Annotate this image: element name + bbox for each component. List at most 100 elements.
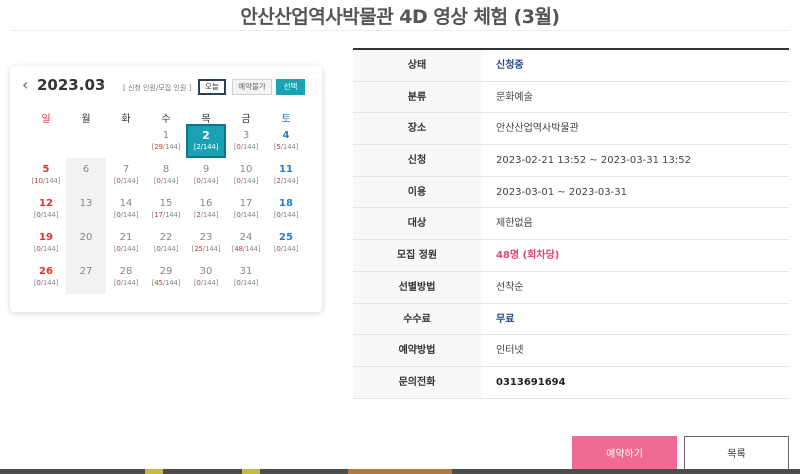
selected-legend: 선택 xyxy=(276,79,305,95)
info-row: 상태 신청중 xyxy=(353,50,789,82)
reservation-calendar: ‹ 2023.03 › [ 신청 인원/모집 인원 ] 오늘 예약불가 선택 일… xyxy=(10,66,322,312)
weekday-tue: 화 xyxy=(121,114,131,125)
calendar-day[interactable]: 29 [45/144] xyxy=(146,260,186,294)
day-capacity: [2/144] xyxy=(193,211,219,219)
day-capacity: [0/144] xyxy=(193,177,219,185)
unavailable-legend: 예약불가 xyxy=(232,79,272,95)
day-number: 1 xyxy=(162,130,170,141)
applied-count: 48 xyxy=(234,245,243,253)
total-count: 144 xyxy=(164,211,178,219)
calendar-day[interactable]: 28 [0/144] xyxy=(106,260,146,294)
total-count: 144 xyxy=(42,211,56,219)
total-count: 144 xyxy=(122,211,136,219)
calendar-day[interactable]: 12 [0/144] xyxy=(26,192,66,226)
today-button[interactable]: 오늘 xyxy=(198,79,226,95)
day-capacity: [0/144] xyxy=(233,143,259,151)
footer-segment xyxy=(242,469,260,474)
info-label: 수수료 xyxy=(353,303,481,335)
calendar-day[interactable]: 21 [0/144] xyxy=(106,226,146,260)
day-capacity: [0/144] xyxy=(273,211,299,219)
program-info-table: 상태 신청중 분류 문화예술 장소 안산산업역사박물관 신청 2023-02-21 13:52… xyxy=(353,48,789,399)
calendar-day[interactable]: 16 [2/144] xyxy=(186,192,226,226)
title-divider xyxy=(10,30,790,31)
info-label: 선별방법 xyxy=(353,271,481,303)
day-number: 7 xyxy=(122,164,130,175)
calendar-day[interactable]: 10 [0/144] xyxy=(226,158,266,192)
info-value: 48명 (회차당) xyxy=(496,250,560,262)
day-number: 27 xyxy=(79,266,93,277)
info-row: 장소 안산산업역사박물관 xyxy=(353,113,789,146)
day-number: 9 xyxy=(202,164,210,175)
calendar-day[interactable]: 4 [5/144] xyxy=(266,124,306,158)
day-capacity: [0/144] xyxy=(153,177,179,185)
calendar-day[interactable]: 31 [0/144] xyxy=(226,260,266,294)
total-count: 144 xyxy=(282,245,296,253)
calendar-day[interactable]: 14 [0/144] xyxy=(106,192,146,226)
info-row: 신청 2023-02-21 13:52 ~ 2023-03-31 13:52 xyxy=(353,145,789,177)
calendar-day[interactable]: 9 [0/144] xyxy=(186,158,226,192)
total-count: 144 xyxy=(122,177,136,185)
next-month-icon[interactable]: › xyxy=(99,75,105,94)
day-number: 18 xyxy=(279,198,293,209)
total-count: 144 xyxy=(202,177,216,185)
calendar-day[interactable]: 25 [0/144] xyxy=(266,226,306,260)
calendar-day[interactable]: 15 [17/144] xyxy=(146,192,186,226)
info-row: 모집 정원 48명 (회차당) xyxy=(353,240,789,272)
day-number: 30 xyxy=(199,266,213,277)
day-capacity: [10/144] xyxy=(31,177,61,185)
total-count: 144 xyxy=(44,177,58,185)
prev-month-icon[interactable]: ‹ xyxy=(22,75,28,94)
calendar-day[interactable]: 22 [0/144] xyxy=(146,226,186,260)
calendar-day[interactable]: 26 [0/144] xyxy=(26,260,66,294)
day-number: 21 xyxy=(119,232,133,243)
info-row: 수수료 무료 xyxy=(353,303,789,336)
info-label: 문의전화 xyxy=(353,366,481,398)
total-count: 144 xyxy=(42,279,56,287)
weekday-fri: 금 xyxy=(241,114,251,125)
day-number: 5 xyxy=(42,164,50,175)
weekday-thu: 목 xyxy=(201,114,211,125)
applied-count: 25 xyxy=(194,245,203,253)
day-number: 4 xyxy=(282,130,290,141)
day-number: 14 xyxy=(119,198,133,209)
info-row: 선별방법 선착순 xyxy=(353,271,789,304)
day-number: 2 xyxy=(202,129,210,142)
applied-count: 17 xyxy=(154,211,163,219)
day-capacity: [0/144] xyxy=(113,245,139,253)
calendar-day[interactable]: 24 [48/144] xyxy=(226,226,266,260)
calendar-day[interactable]: 19 [0/144] xyxy=(26,226,66,260)
calendar-day[interactable]: 8 [0/144] xyxy=(146,158,186,192)
day-capacity: [0/144] xyxy=(113,177,139,185)
info-row: 이용 2023-03-01 ~ 2023-03-31 xyxy=(353,176,789,209)
total-count: 144 xyxy=(282,143,296,151)
calendar-day[interactable]: 3 [0/144] xyxy=(226,124,266,158)
day-capacity: [17/144] xyxy=(151,211,181,219)
total-count: 144 xyxy=(244,245,258,253)
calendar-day[interactable]: 23 [25/144] xyxy=(186,226,226,260)
calendar-day[interactable]: 18 [0/144] xyxy=(266,192,306,226)
day-number: 29 xyxy=(159,266,173,277)
day-number: 17 xyxy=(239,198,253,209)
info-value: 2023-02-21 13:52 ~ 2023-03-31 13:52 xyxy=(496,155,691,167)
day-number: 11 xyxy=(279,164,293,175)
calendar-day[interactable]: 17 [0/144] xyxy=(226,192,266,226)
calendar-day[interactable]: 1 [29/144] xyxy=(146,124,186,158)
total-count: 144 xyxy=(162,177,176,185)
calendar-day[interactable]: 11 [2/144] xyxy=(266,158,306,192)
day-number: 24 xyxy=(239,232,253,243)
total-count: 144 xyxy=(242,211,256,219)
day-capacity: [0/144] xyxy=(233,211,259,219)
total-count: 144 xyxy=(202,143,216,151)
applied-count: 10 xyxy=(34,177,43,185)
day-number: 25 xyxy=(279,232,293,243)
calendar-day[interactable]: 2 [2/144] xyxy=(186,124,226,158)
day-capacity: [0/144] xyxy=(33,279,59,287)
calendar-day[interactable]: 30 [0/144] xyxy=(186,260,226,294)
info-label: 대상 xyxy=(353,208,481,240)
calendar-day[interactable]: 7 [0/144] xyxy=(106,158,146,192)
calendar-day: 13 xyxy=(66,192,106,226)
info-label: 분류 xyxy=(353,81,481,113)
day-number: 20 xyxy=(79,232,93,243)
info-value: 0313691694 xyxy=(496,376,566,388)
calendar-day[interactable]: 5 [10/144] xyxy=(26,158,66,192)
